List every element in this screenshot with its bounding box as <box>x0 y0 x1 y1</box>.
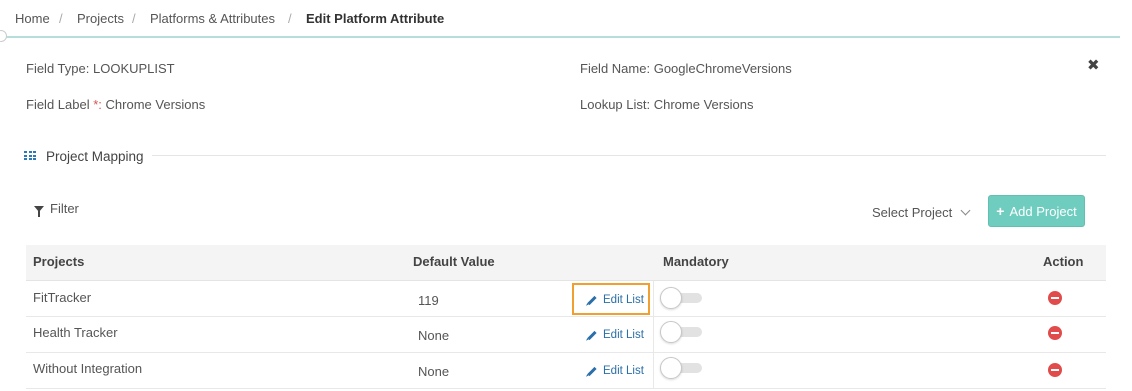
field-label-value: Chrome Versions <box>105 97 206 112</box>
default-value: None <box>418 328 450 343</box>
breadcrumb-projects[interactable]: Projects <box>77 11 124 26</box>
field-label: Field Label *: Chrome Versions <box>26 97 205 112</box>
column-divider <box>653 281 654 317</box>
lookup-list: Lookup List: Chrome Versions <box>580 97 753 112</box>
select-project-dropdown[interactable]: Select Project <box>872 205 971 220</box>
column-divider <box>653 317 654 353</box>
required-marker: *: <box>93 97 102 112</box>
filter-button[interactable]: Filter <box>34 201 79 217</box>
field-name: Field Name: GoogleChromeVersions <box>580 61 792 76</box>
section-project-mapping: Project Mapping <box>24 147 144 165</box>
edit-list-label: Edit List <box>603 365 644 377</box>
table-row: Without Integration None Edit List <box>26 353 1106 389</box>
select-project-label: Select Project <box>872 205 953 220</box>
field-type: Field Type: LOOKUPLIST <box>26 61 175 76</box>
edit-list-link[interactable]: Edit List <box>587 329 644 341</box>
edit-list-label: Edit List <box>603 329 644 341</box>
mandatory-toggle[interactable] <box>660 357 702 379</box>
column-header-default-value: Default Value <box>413 254 495 269</box>
breadcrumb-separator: / <box>288 11 292 26</box>
breadcrumb: Home / Projects / Platforms & Attributes… <box>0 0 1120 38</box>
plus-icon: + <box>996 203 1005 219</box>
column-divider <box>653 353 654 389</box>
lookup-list-value: Chrome Versions <box>653 97 754 112</box>
mandatory-toggle[interactable] <box>660 321 702 343</box>
mandatory-toggle[interactable] <box>660 287 702 309</box>
default-value: None <box>418 364 450 379</box>
default-value: 119 <box>418 293 439 308</box>
table-row: FitTracker 119 Edit List <box>26 281 1106 317</box>
breadcrumb-platforms-attributes[interactable]: Platforms & Attributes <box>150 11 275 26</box>
pencil-icon <box>587 366 597 376</box>
close-icon[interactable]: ✖ <box>1087 56 1100 74</box>
section-title: Project Mapping <box>46 148 144 164</box>
field-type-value: LOOKUPLIST <box>92 61 175 76</box>
table-header: Projects Default Value Mandatory Action <box>26 245 1106 281</box>
breadcrumb-separator: / <box>132 11 136 26</box>
project-name: FitTracker <box>33 290 92 305</box>
breadcrumb-current: Edit Platform Attribute <box>306 11 445 26</box>
table-row: Health Tracker None Edit List <box>26 317 1106 353</box>
section-divider <box>152 155 1106 156</box>
field-name-value: GoogleChromeVersions <box>653 61 792 76</box>
add-project-button[interactable]: + Add Project <box>988 195 1085 227</box>
project-name: Health Tracker <box>33 325 118 340</box>
field-label-label: Field Label <box>26 97 90 112</box>
lookup-list-label: Lookup List: <box>580 97 651 112</box>
edit-list-link[interactable]: Edit List <box>587 365 644 377</box>
add-project-label: Add Project <box>1009 203 1077 219</box>
project-name: Without Integration <box>33 361 143 376</box>
filter-icon <box>34 205 44 217</box>
filter-label: Filter <box>50 201 79 216</box>
remove-icon[interactable] <box>1048 326 1062 340</box>
chevron-down-icon <box>960 205 971 216</box>
column-header-projects: Projects <box>33 254 85 269</box>
sidebar-collapse-handle[interactable] <box>0 30 7 42</box>
breadcrumb-separator: / <box>59 11 63 26</box>
remove-icon[interactable] <box>1048 363 1062 377</box>
field-type-label: Field Type: <box>26 61 90 76</box>
edit-list-highlight <box>572 283 650 315</box>
field-name-label: Field Name: <box>580 61 651 76</box>
remove-icon[interactable] <box>1048 291 1062 305</box>
column-header-action: Action <box>1043 254 1084 269</box>
pencil-icon <box>587 330 597 340</box>
breadcrumb-home[interactable]: Home <box>15 11 50 26</box>
column-header-mandatory: Mandatory <box>663 254 729 269</box>
grid-icon <box>24 151 36 161</box>
